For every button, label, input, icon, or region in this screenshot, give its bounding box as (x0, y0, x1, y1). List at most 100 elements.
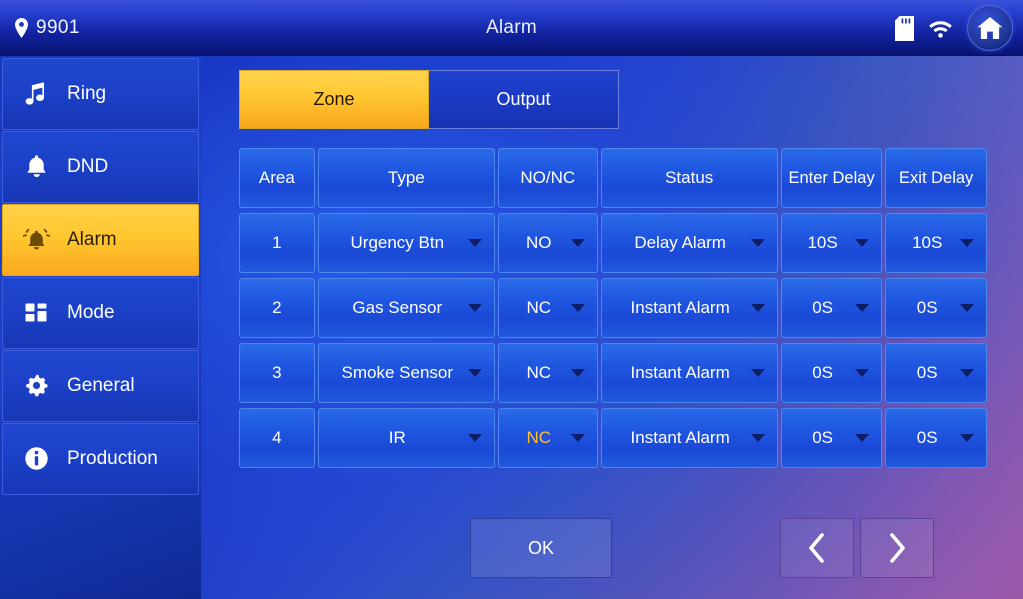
header-label: Status (665, 168, 714, 187)
music-note-icon (23, 80, 50, 107)
nonc-value: NO (525, 233, 552, 252)
chevron-down-icon (750, 239, 765, 247)
chevron-down-icon (960, 434, 974, 442)
status-value: Instant Alarm (630, 363, 730, 382)
sidebar-item-label: Mode (67, 301, 115, 323)
area-value: 3 (272, 363, 282, 382)
location-pin-icon (14, 18, 29, 38)
dropdown-status[interactable]: Instant Alarm (600, 408, 778, 468)
dropdown-enter-delay[interactable]: 0S (780, 278, 883, 338)
dropdown-enter-delay[interactable]: 0S (780, 408, 883, 468)
ok-label: OK (527, 537, 554, 558)
chevron-right-icon (887, 533, 907, 563)
column-header-status: Status (600, 148, 778, 208)
tab-label: Output (496, 89, 551, 109)
alarm-settings-screen: 9901 Alarm Ring DND Alarm Mode General P… (0, 0, 1023, 599)
dropdown-status[interactable]: Delay Alarm (600, 213, 778, 273)
dropdown-nonc[interactable]: NC (497, 343, 598, 403)
dropdown-status[interactable]: Instant Alarm (600, 343, 778, 403)
chevron-down-icon (855, 304, 870, 312)
dropdown-exit-delay[interactable]: 0S (885, 408, 987, 468)
column-header-type: Type (317, 148, 495, 208)
enter-delay-value: 0S (812, 363, 833, 382)
column-header-nonc: NO/NC (497, 148, 598, 208)
dropdown-exit-delay[interactable]: 0S (885, 343, 987, 403)
home-icon (977, 16, 1003, 40)
home-button[interactable] (967, 5, 1013, 51)
cell-area: 4 (239, 408, 315, 468)
dropdown-exit-delay[interactable]: 10S (885, 213, 987, 273)
chevron-down-icon (750, 304, 765, 312)
dropdown-enter-delay[interactable]: 10S (780, 213, 883, 273)
type-value: Smoke Sensor (341, 363, 454, 382)
dropdown-type[interactable]: Urgency Btn (317, 213, 495, 273)
enter-delay-value: 0S (812, 428, 833, 447)
sidebar-item-general[interactable]: General (2, 350, 199, 422)
bell-icon (23, 153, 50, 180)
column-header-area: Area (239, 148, 315, 208)
chevron-down-icon (960, 369, 974, 377)
sidebar-item-ring[interactable]: Ring (2, 58, 199, 130)
chevron-down-icon (750, 369, 765, 377)
main-content: Zone Output Area Type NO/NC Status Enter… (201, 56, 1023, 599)
page-title: Alarm (485, 17, 538, 38)
area-value: 4 (272, 428, 282, 447)
info-icon (23, 445, 50, 472)
wifi-icon (928, 18, 953, 38)
chevron-down-icon (467, 239, 482, 247)
dropdown-nonc[interactable]: NO (497, 213, 598, 273)
zone-table: Area Type NO/NC Status Enter Delay Exit … (239, 148, 987, 473)
ok-button[interactable]: OK (470, 518, 612, 578)
device-id-label: 9901 (36, 17, 80, 38)
dropdown-type[interactable]: Smoke Sensor (317, 343, 495, 403)
dropdown-enter-delay[interactable]: 0S (780, 343, 883, 403)
dropdown-exit-delay[interactable]: 0S (885, 278, 987, 338)
type-value: Gas Sensor (352, 298, 443, 317)
table-header-row: Area Type NO/NC Status Enter Delay Exit … (239, 148, 987, 208)
sidebar-item-alarm[interactable]: Alarm (2, 204, 199, 276)
chevron-down-icon (750, 434, 765, 442)
exit-delay-value: 0S (916, 298, 938, 317)
tab-bar: Zone Output (239, 70, 619, 129)
exit-delay-value: 10S (912, 233, 943, 252)
nonc-value: NC (526, 363, 551, 382)
tab-zone[interactable]: Zone (239, 70, 429, 129)
area-value: 1 (272, 233, 282, 252)
sidebar-item-label: DND (67, 155, 109, 177)
chevron-down-icon (960, 304, 974, 312)
top-status-bar: 9901 Alarm (0, 0, 1023, 56)
dropdown-status[interactable]: Instant Alarm (600, 278, 778, 338)
cell-area: 3 (239, 343, 315, 403)
column-header-enter-delay: Enter Delay (780, 148, 883, 208)
grid-icon (23, 299, 50, 326)
status-value: Instant Alarm (630, 298, 730, 317)
cell-area: 2 (239, 278, 315, 338)
previous-page-button[interactable] (780, 518, 854, 578)
table-row: 2 Gas Sensor NC Instant Alarm 0S 0S (239, 278, 987, 338)
chevron-down-icon (467, 434, 482, 442)
dropdown-type[interactable]: IR (317, 408, 495, 468)
exit-delay-value: 0S (916, 363, 938, 382)
sidebar-item-label: Ring (67, 82, 107, 104)
enter-delay-value: 0S (812, 298, 833, 317)
dropdown-nonc[interactable]: NC (497, 408, 598, 468)
chevron-down-icon (960, 239, 974, 247)
table-row: 3 Smoke Sensor NC Instant Alarm 0S 0S (239, 343, 987, 403)
header-label: Enter Delay (788, 168, 875, 187)
nonc-value: NC (526, 298, 551, 317)
type-value: Urgency Btn (350, 233, 445, 252)
table-row: 4 IR NC Instant Alarm 0S 0S (239, 408, 987, 468)
dropdown-nonc[interactable]: NC (497, 278, 598, 338)
sidebar-item-label: General (67, 374, 135, 396)
chevron-down-icon (570, 239, 585, 247)
sidebar-item-production[interactable]: Production (2, 423, 199, 495)
next-page-button[interactable] (860, 518, 934, 578)
chevron-down-icon (855, 369, 870, 377)
sidebar-item-mode[interactable]: Mode (2, 277, 199, 349)
chevron-down-icon (570, 434, 585, 442)
column-header-exit-delay: Exit Delay (885, 148, 987, 208)
dropdown-type[interactable]: Gas Sensor (317, 278, 495, 338)
sidebar-item-dnd[interactable]: DND (2, 131, 199, 203)
sidebar-item-label: Alarm (67, 228, 117, 250)
tab-output[interactable]: Output (429, 70, 619, 129)
